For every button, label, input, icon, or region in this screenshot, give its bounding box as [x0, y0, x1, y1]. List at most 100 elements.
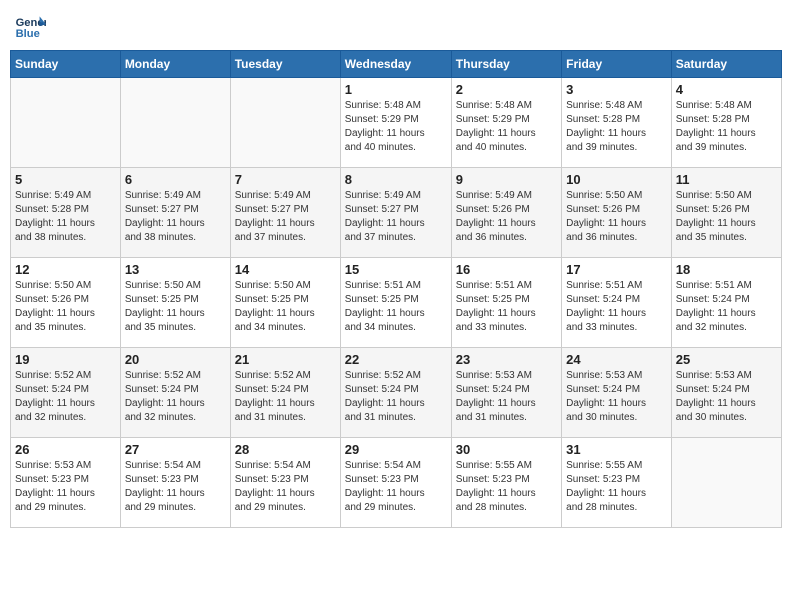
calendar-cell: 30 Sunrise: 5:55 AM Sunset: 5:23 PM Dayli…	[451, 438, 561, 528]
day-info: Sunrise: 5:52 AM Sunset: 5:24 PM Dayligh…	[345, 369, 447, 425]
calendar-cell: 17Sunrise: 5:51 AM Sunset: 5:24 PM Dayli…	[562, 258, 672, 348]
day-info: Sunrise: 5:50 AM Sunset: 5:25 PM Dayligh…	[235, 279, 336, 335]
calendar-cell: 18 Sunrise: 5:51 AM Sunset: 5:24 PM Dayli…	[671, 258, 781, 348]
day-info: Sunrise: 5:50 AM Sunset: 5:26 PM Dayligh…	[676, 189, 777, 245]
calendar-cell: 26 Sunrise: 5:53 AM Sunset: 5:23 PM Dayli…	[11, 438, 121, 528]
calendar-cell: 13 Sunrise: 5:50 AM Sunset: 5:25 PM Dayli…	[120, 258, 230, 348]
day-info: Sunrise: 5:53 AM Sunset: 5:24 PM Dayligh…	[566, 369, 667, 425]
day-number: 19	[15, 352, 116, 367]
day-info: Sunrise: 5:53 AM Sunset: 5:24 PM Dayligh…	[456, 369, 557, 425]
calendar-table: SundayMondayTuesdayWednesdayThursdayFrid…	[10, 50, 782, 528]
calendar-cell: 8 Sunrise: 5:49 AM Sunset: 5:27 PM Daylig…	[340, 168, 451, 258]
day-number: 4	[676, 82, 777, 97]
day-info: Sunrise: 5:52 AM Sunset: 5:24 PM Dayligh…	[125, 369, 226, 425]
calendar-cell: 29 Sunrise: 5:54 AM Sunset: 5:23 PM Dayli…	[340, 438, 451, 528]
day-info: Sunrise: 5:50 AM Sunset: 5:26 PM Dayligh…	[15, 279, 116, 335]
day-info: Sunrise: 5:48 AM Sunset: 5:28 PM Dayligh…	[676, 99, 777, 155]
day-info: Sunrise: 5:49 AM Sunset: 5:26 PM Dayligh…	[456, 189, 557, 245]
calendar-cell: 28 Sunrise: 5:54 AM Sunset: 5:23 PM Dayli…	[230, 438, 340, 528]
col-header-friday: Friday	[562, 51, 672, 78]
calendar-cell: 9 Sunrise: 5:49 AM Sunset: 5:26 PM Daylig…	[451, 168, 561, 258]
calendar-cell	[671, 438, 781, 528]
col-header-saturday: Saturday	[671, 51, 781, 78]
calendar-cell: 10Sunrise: 5:50 AM Sunset: 5:26 PM Dayli…	[562, 168, 672, 258]
day-info: Sunrise: 5:52 AM Sunset: 5:24 PM Dayligh…	[235, 369, 336, 425]
day-info: Sunrise: 5:50 AM Sunset: 5:26 PM Dayligh…	[566, 189, 667, 245]
calendar-cell: 14 Sunrise: 5:50 AM Sunset: 5:25 PM Dayli…	[230, 258, 340, 348]
calendar-cell	[230, 78, 340, 168]
calendar-cell: 11 Sunrise: 5:50 AM Sunset: 5:26 PM Dayli…	[671, 168, 781, 258]
day-info: Sunrise: 5:48 AM Sunset: 5:29 PM Dayligh…	[345, 99, 447, 155]
day-info: Sunrise: 5:51 AM Sunset: 5:24 PM Dayligh…	[676, 279, 777, 335]
day-number: 5	[15, 172, 116, 187]
day-info: Sunrise: 5:48 AM Sunset: 5:28 PM Dayligh…	[566, 99, 667, 155]
page-header: General Blue	[10, 10, 782, 42]
calendar-cell: 16 Sunrise: 5:51 AM Sunset: 5:25 PM Dayli…	[451, 258, 561, 348]
day-info: Sunrise: 5:49 AM Sunset: 5:27 PM Dayligh…	[345, 189, 447, 245]
calendar-cell: 20 Sunrise: 5:52 AM Sunset: 5:24 PM Dayli…	[120, 348, 230, 438]
svg-text:Blue: Blue	[16, 28, 40, 40]
day-info: Sunrise: 5:55 AM Sunset: 5:23 PM Dayligh…	[456, 459, 557, 515]
day-number: 18	[676, 262, 777, 277]
calendar-cell: 4 Sunrise: 5:48 AM Sunset: 5:28 PM Daylig…	[671, 78, 781, 168]
day-number: 3	[566, 82, 667, 97]
calendar-cell: 25Sunrise: 5:53 AM Sunset: 5:24 PM Dayli…	[671, 348, 781, 438]
calendar-week-3: 12 Sunrise: 5:50 AM Sunset: 5:26 PM Dayli…	[11, 258, 782, 348]
day-info: Sunrise: 5:55 AM Sunset: 5:23 PM Dayligh…	[566, 459, 667, 515]
day-info: Sunrise: 5:54 AM Sunset: 5:23 PM Dayligh…	[235, 459, 336, 515]
calendar-cell: 27 Sunrise: 5:54 AM Sunset: 5:23 PM Dayli…	[120, 438, 230, 528]
calendar-cell: 23 Sunrise: 5:53 AM Sunset: 5:24 PM Dayli…	[451, 348, 561, 438]
calendar-cell	[11, 78, 121, 168]
day-info: Sunrise: 5:51 AM Sunset: 5:25 PM Dayligh…	[345, 279, 447, 335]
day-info: Sunrise: 5:50 AM Sunset: 5:25 PM Dayligh…	[125, 279, 226, 335]
day-info: Sunrise: 5:54 AM Sunset: 5:23 PM Dayligh…	[345, 459, 447, 515]
logo: General Blue	[14, 10, 50, 42]
day-number: 27	[125, 442, 226, 457]
calendar-cell: 2 Sunrise: 5:48 AM Sunset: 5:29 PM Daylig…	[451, 78, 561, 168]
day-number: 29	[345, 442, 447, 457]
calendar-cell	[120, 78, 230, 168]
col-header-monday: Monday	[120, 51, 230, 78]
day-number: 16	[456, 262, 557, 277]
calendar-cell: 1 Sunrise: 5:48 AM Sunset: 5:29 PM Daylig…	[340, 78, 451, 168]
day-number: 2	[456, 82, 557, 97]
calendar-week-5: 26 Sunrise: 5:53 AM Sunset: 5:23 PM Dayli…	[11, 438, 782, 528]
day-number: 26	[15, 442, 116, 457]
day-number: 1	[345, 82, 447, 97]
day-info: Sunrise: 5:52 AM Sunset: 5:24 PM Dayligh…	[15, 369, 116, 425]
day-number: 25	[676, 352, 777, 367]
calendar-cell: 5 Sunrise: 5:49 AM Sunset: 5:28 PM Daylig…	[11, 168, 121, 258]
calendar-week-2: 5 Sunrise: 5:49 AM Sunset: 5:28 PM Daylig…	[11, 168, 782, 258]
day-number: 20	[125, 352, 226, 367]
col-header-wednesday: Wednesday	[340, 51, 451, 78]
day-number: 6	[125, 172, 226, 187]
day-info: Sunrise: 5:49 AM Sunset: 5:28 PM Dayligh…	[15, 189, 116, 245]
day-info: Sunrise: 5:53 AM Sunset: 5:23 PM Dayligh…	[15, 459, 116, 515]
logo-icon: General Blue	[14, 10, 46, 42]
day-number: 13	[125, 262, 226, 277]
day-number: 31	[566, 442, 667, 457]
day-number: 11	[676, 172, 777, 187]
day-info: Sunrise: 5:54 AM Sunset: 5:23 PM Dayligh…	[125, 459, 226, 515]
day-number: 8	[345, 172, 447, 187]
calendar-cell: 12 Sunrise: 5:50 AM Sunset: 5:26 PM Dayli…	[11, 258, 121, 348]
day-number: 9	[456, 172, 557, 187]
calendar-cell: 3 Sunrise: 5:48 AM Sunset: 5:28 PM Daylig…	[562, 78, 672, 168]
day-info: Sunrise: 5:49 AM Sunset: 5:27 PM Dayligh…	[125, 189, 226, 245]
calendar-cell: 24Sunrise: 5:53 AM Sunset: 5:24 PM Dayli…	[562, 348, 672, 438]
day-number: 17	[566, 262, 667, 277]
calendar-cell: 19 Sunrise: 5:52 AM Sunset: 5:24 PM Dayli…	[11, 348, 121, 438]
calendar-cell: 6 Sunrise: 5:49 AM Sunset: 5:27 PM Daylig…	[120, 168, 230, 258]
day-number: 28	[235, 442, 336, 457]
day-number: 23	[456, 352, 557, 367]
calendar-cell: 21Sunrise: 5:52 AM Sunset: 5:24 PM Dayli…	[230, 348, 340, 438]
day-info: Sunrise: 5:51 AM Sunset: 5:25 PM Dayligh…	[456, 279, 557, 335]
calendar-cell: 31 Sunrise: 5:55 AM Sunset: 5:23 PM Dayli…	[562, 438, 672, 528]
calendar-week-4: 19 Sunrise: 5:52 AM Sunset: 5:24 PM Dayli…	[11, 348, 782, 438]
day-number: 14	[235, 262, 336, 277]
day-number: 30	[456, 442, 557, 457]
col-header-thursday: Thursday	[451, 51, 561, 78]
day-number: 12	[15, 262, 116, 277]
calendar-cell: 7Sunrise: 5:49 AM Sunset: 5:27 PM Daylig…	[230, 168, 340, 258]
day-info: Sunrise: 5:48 AM Sunset: 5:29 PM Dayligh…	[456, 99, 557, 155]
